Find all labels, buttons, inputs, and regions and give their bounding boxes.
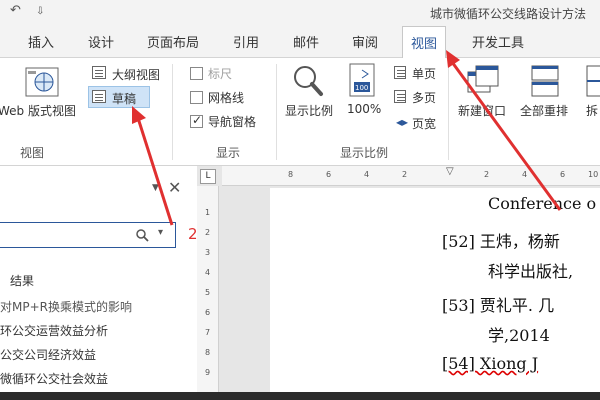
new-window-icon [467, 65, 499, 93]
ruler-tick: 2 [402, 170, 408, 179]
ruler-tick: 4 [364, 170, 370, 179]
taskbar-strip [0, 392, 600, 400]
reference-line: 学,2014 [488, 326, 550, 345]
ruler-tick: 7 [205, 328, 211, 337]
nav-pane-options-icon[interactable]: ▼ [152, 183, 159, 193]
ruler-tick: 1 [205, 208, 211, 217]
page-width-button[interactable]: 页宽 [412, 115, 436, 132]
ruler-checkbox[interactable] [190, 67, 203, 80]
ruler-tick: 2 [205, 228, 211, 237]
split-label: 拆 [586, 104, 599, 118]
multi-page-icon [394, 90, 406, 103]
reference-line: [53] 贾礼平. 几 [442, 296, 555, 315]
search-icon[interactable] [135, 228, 149, 242]
ruler-tick: 10 [588, 170, 599, 179]
nav-heading-item[interactable]: 环公交运营效益分析 [0, 322, 108, 339]
search-dropdown-icon[interactable]: ▾ [158, 227, 163, 238]
group-separator [448, 64, 449, 160]
new-window-label: 新建窗口 [458, 104, 507, 118]
ruler-tick: 5 [205, 288, 211, 297]
group-separator [172, 64, 173, 160]
reference-line: Conference o [488, 194, 597, 213]
ruler-tick: 4 [205, 268, 211, 277]
window-title: 城市微循环公交线路设计方法 [430, 7, 587, 21]
word-window: ↶ ⇩ 城市微循环公交线路设计方法 插入 设计 页面布局 引用 邮件 审阅 视图… [0, 0, 600, 400]
nav-heading-item[interactable]: 对MP+R换乘模式的影响 [0, 298, 132, 315]
ruler-tick: 8 [205, 348, 211, 357]
one-page-button[interactable]: 单页 [412, 65, 436, 82]
ruler-tick: 4 [522, 170, 528, 179]
reference-line: [54] Xiong J [442, 354, 539, 373]
ruler-tick: 8 [288, 170, 294, 179]
page-100-icon: 100 [349, 63, 375, 97]
tab-developer[interactable]: 开发工具 [472, 32, 524, 51]
ruler-tick: 2 [484, 170, 490, 179]
nav-heading-item[interactable]: 微循环公交社会效益 [0, 370, 108, 387]
nav-search-input[interactable]: ▾ [0, 222, 176, 248]
page-width-icon: ◂▸ [396, 115, 409, 129]
show-group-label: 显示 [216, 146, 241, 160]
draft-icon [92, 90, 106, 103]
zoom-label: 显示比例 [285, 104, 334, 118]
annotation-number: 2 [188, 225, 198, 243]
outline-icon [92, 66, 106, 79]
zoom-group-label: 显示比例 [340, 146, 389, 160]
tab-design[interactable]: 设计 [88, 32, 114, 51]
tab-mailings[interactable]: 邮件 [293, 32, 319, 51]
ruler-tick: 6 [326, 170, 332, 179]
gridlines-label: 网格线 [208, 91, 245, 105]
zoom-100-label: 100% [347, 102, 382, 116]
tab-view[interactable]: 视图 [402, 26, 447, 59]
undo-icon[interactable]: ↶ [10, 3, 21, 18]
nav-pane-label: 导航窗格 [208, 115, 257, 129]
nav-pane-checkbox[interactable] [190, 113, 203, 128]
tab-layout[interactable]: 页面布局 [147, 32, 199, 51]
web-layout-icon [25, 67, 59, 97]
document-page[interactable]: Conference o [52] 王炜，杨新 科学出版社, [53] 贾礼平.… [270, 188, 600, 400]
multi-page-button[interactable]: 多页 [412, 89, 436, 106]
svg-text:100: 100 [355, 84, 368, 92]
nav-pane-close-icon[interactable]: ✕ [168, 178, 181, 197]
web-layout-label: Web 版式视图 [0, 104, 76, 118]
arrange-all-icon [531, 65, 559, 97]
indent-marker-icon[interactable]: ▽ [446, 166, 454, 177]
nav-heading-item[interactable]: 公交公司经济效益 [0, 346, 96, 363]
customize-quick-access-icon[interactable]: ⇩ [36, 6, 44, 17]
vertical-ruler[interactable]: 1 2 3 4 5 6 7 8 9 [197, 186, 219, 400]
magnifier-icon [294, 66, 323, 96]
title-bar: ↶ ⇩ 城市微循环公交线路设计方法 [0, 0, 600, 26]
one-page-icon [394, 66, 406, 79]
horizontal-ruler[interactable]: 8 6 4 2 ▽ 2 4 6 10 [222, 166, 600, 186]
ribbon-tabs: 插入 设计 页面布局 引用 邮件 审阅 视图 开发工具 [0, 26, 600, 59]
split-icon [586, 65, 600, 97]
group-separator [276, 64, 277, 160]
arrange-all-label: 全部重排 [520, 104, 569, 118]
ribbon-view: Web 版式视图 大纲视图 草稿 视图 标尺 网格线 导航窗格 显示 显示比例 [0, 58, 600, 166]
reference-line: 科学出版社, [488, 262, 574, 281]
gridlines-checkbox[interactable] [190, 91, 203, 104]
tab-review[interactable]: 审阅 [352, 32, 378, 51]
tab-insert[interactable]: 插入 [28, 32, 54, 51]
ruler-tick: 6 [560, 170, 566, 179]
ruler-label: 标尺 [208, 67, 233, 81]
nav-results-tab[interactable]: 结果 [10, 272, 34, 289]
tab-selector[interactable]: L [200, 169, 216, 184]
reference-line: [52] 王炜，杨新 [442, 232, 560, 251]
ruler-tick: 9 [205, 368, 211, 377]
ruler-tick: 3 [205, 248, 211, 257]
outline-view-button[interactable]: 大纲视图 [112, 66, 160, 83]
ruler-tick: 6 [205, 308, 211, 317]
views-group-label: 视图 [20, 146, 45, 160]
tab-references[interactable]: 引用 [233, 32, 259, 51]
draft-label: 草稿 [112, 92, 137, 106]
